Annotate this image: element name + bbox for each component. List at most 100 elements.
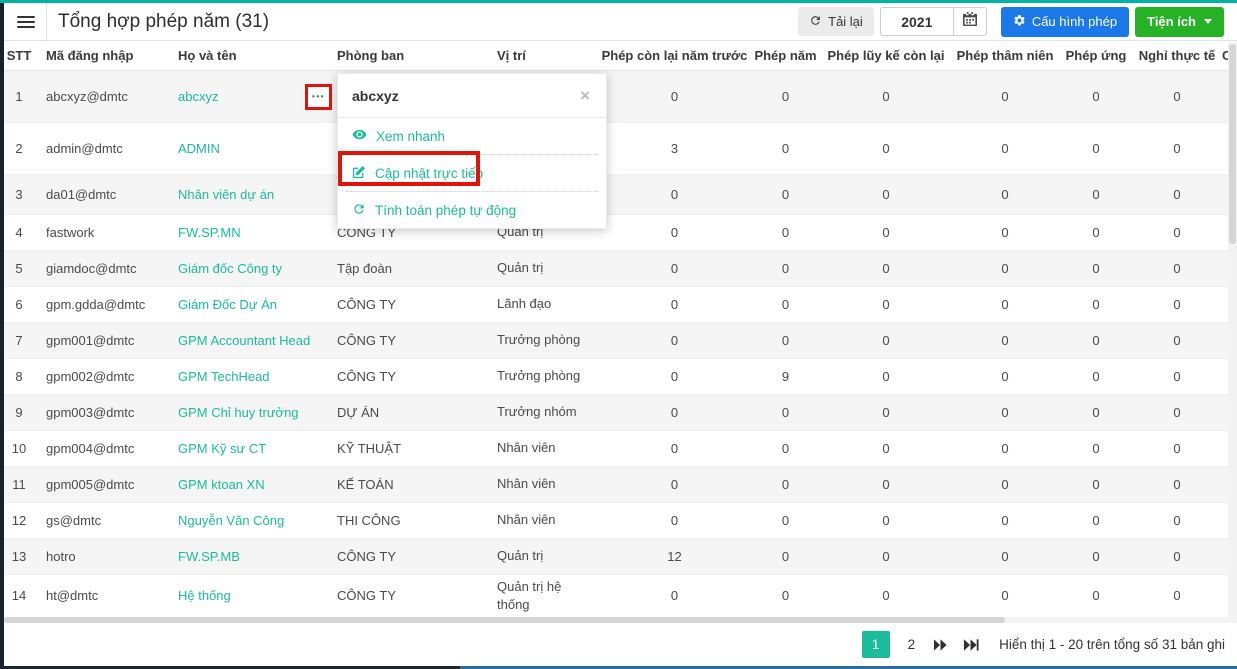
employee-name-link[interactable]: Nhân viên dự án bbox=[178, 187, 274, 202]
username-cell: da01@dmtc bbox=[34, 174, 166, 214]
employee-name-link[interactable]: Giám Đốc Dự Án bbox=[178, 297, 277, 312]
calendar-button[interactable] bbox=[954, 7, 987, 36]
hamburger-menu-icon[interactable] bbox=[13, 10, 39, 34]
employee-name-link[interactable]: abcxyz bbox=[178, 89, 218, 104]
department-cell: CÔNG TY bbox=[325, 538, 485, 574]
horizontal-scrollbar[interactable] bbox=[4, 617, 1237, 623]
username-cell: gpm001@dmtc bbox=[34, 322, 166, 358]
column-header-actual-leave: Nghỉ thực tế bbox=[1132, 42, 1222, 70]
fullname-cell: GPM Chỉ huy trưởng bbox=[166, 394, 325, 430]
chevron-down-icon bbox=[1204, 19, 1212, 24]
year-input[interactable] bbox=[880, 7, 954, 36]
value-cell: 0 bbox=[1132, 70, 1222, 122]
username-cell: admin@dmtc bbox=[34, 122, 166, 174]
position-cell: Quản trị bbox=[485, 538, 600, 574]
stt-cell: 9 bbox=[4, 394, 34, 430]
value-cell: 0 bbox=[749, 394, 822, 430]
table-row: 3da01@dmtcNhân viên dự ánDỰ ÁN000000 bbox=[4, 174, 1237, 214]
username-cell: gpm004@dmtc bbox=[34, 430, 166, 466]
horizontal-scrollbar-thumb[interactable] bbox=[4, 617, 1005, 623]
more-options-icon[interactable]: ••• bbox=[312, 93, 325, 101]
username-cell: abcxyz@dmtc bbox=[34, 70, 166, 122]
value-cell: 0 bbox=[1132, 174, 1222, 214]
annotation-box-more-button: ••• bbox=[305, 84, 332, 110]
value-cell: 0 bbox=[1060, 502, 1132, 538]
value-cell: 0 bbox=[1132, 394, 1222, 430]
value-cell: 0 bbox=[1060, 430, 1132, 466]
reload-button[interactable]: Tải lại bbox=[798, 7, 874, 36]
department-cell: CÔNG TY bbox=[325, 574, 485, 617]
vertical-scrollbar[interactable] bbox=[1228, 42, 1237, 617]
value-cell: 0 bbox=[749, 174, 822, 214]
page-button-1[interactable]: 1 bbox=[862, 631, 890, 658]
vertical-scrollbar-thumb[interactable] bbox=[1229, 44, 1236, 244]
employee-name-link[interactable]: Hệ thống bbox=[178, 588, 231, 603]
table-row: 1abcxyz@dmtcabcxyzCÔNG TY000000 bbox=[4, 70, 1237, 122]
employee-name-link[interactable]: GPM Chỉ huy trưởng bbox=[178, 405, 299, 420]
employee-name-link[interactable]: Giám đốc Công ty bbox=[178, 261, 282, 276]
page-button-2[interactable]: 2 bbox=[905, 637, 919, 652]
value-cell: 0 bbox=[950, 122, 1060, 174]
value-cell: 0 bbox=[1060, 394, 1132, 430]
value-cell: 0 bbox=[822, 250, 950, 286]
employee-name-link[interactable]: GPM Accountant Head bbox=[178, 333, 310, 348]
employee-name-link[interactable]: GPM ktoan XN bbox=[178, 477, 265, 492]
employee-name-link[interactable]: Nguyễn Văn Công bbox=[178, 513, 284, 528]
position-cell: Nhân viên bbox=[485, 466, 600, 502]
employee-name-link[interactable]: GPM Kỹ sư CT bbox=[178, 441, 266, 456]
value-cell: 0 bbox=[749, 574, 822, 617]
value-cell: 0 bbox=[749, 430, 822, 466]
menu-item-label: Tính toán phép tự động bbox=[375, 203, 516, 218]
utilities-dropdown-button[interactable]: Tiện ích bbox=[1135, 7, 1224, 37]
config-leave-button[interactable]: Cấu hình phép bbox=[1001, 7, 1129, 37]
value-cell: 0 bbox=[1132, 430, 1222, 466]
department-cell: THI CÔNG bbox=[325, 502, 485, 538]
value-cell: 0 bbox=[600, 286, 749, 322]
menu-item-auto-calculate-leave[interactable]: Tính toán phép tự động bbox=[338, 192, 606, 228]
fullname-cell: FW.SP.MB bbox=[166, 538, 325, 574]
menu-item-quick-view[interactable]: Xem nhanh bbox=[338, 118, 606, 154]
gear-icon bbox=[1013, 14, 1026, 30]
collapsed-sidebar-edge bbox=[0, 0, 4, 669]
employee-name-link[interactable]: FW.SP.MB bbox=[178, 549, 240, 564]
department-cell: KẾ TOÁN bbox=[325, 466, 485, 502]
value-cell: 0 bbox=[749, 250, 822, 286]
value-cell: 0 bbox=[1132, 214, 1222, 250]
leave-summary-table-wrap: STTMã đăng nhậpHọ và tênPhòng banVị tríP… bbox=[4, 42, 1237, 617]
username-cell: giamdoc@dmtc bbox=[34, 250, 166, 286]
year-picker bbox=[880, 7, 987, 36]
employee-name-link[interactable]: GPM TechHead bbox=[178, 369, 270, 384]
username-cell: gpm005@dmtc bbox=[34, 466, 166, 502]
stt-cell: 13 bbox=[4, 538, 34, 574]
username-cell: ht@dmtc bbox=[34, 574, 166, 617]
column-header-prev-year-leave: Phép còn lại năm trước bbox=[600, 42, 749, 70]
value-cell: 0 bbox=[950, 574, 1060, 617]
employee-name-link[interactable]: FW.SP.MN bbox=[178, 225, 241, 240]
value-cell: 0 bbox=[950, 250, 1060, 286]
value-cell: 0 bbox=[1060, 286, 1132, 322]
table-row: 8gpm002@dmtcGPM TechHeadCÔNG TYTrưởng ph… bbox=[4, 358, 1237, 394]
value-cell: 0 bbox=[749, 286, 822, 322]
value-cell: 0 bbox=[749, 502, 822, 538]
next-pages-icon[interactable] bbox=[933, 639, 948, 651]
value-cell: 0 bbox=[1132, 466, 1222, 502]
fullname-cell: ADMIN bbox=[166, 122, 325, 174]
value-cell: 0 bbox=[822, 430, 950, 466]
value-cell: 12 bbox=[600, 538, 749, 574]
close-icon[interactable]: × bbox=[576, 85, 594, 106]
value-cell: 0 bbox=[1060, 250, 1132, 286]
context-menu-header: abcxyz × bbox=[338, 74, 606, 118]
value-cell: 0 bbox=[1060, 322, 1132, 358]
annotation-box-update-item bbox=[338, 151, 480, 186]
value-cell: 0 bbox=[749, 538, 822, 574]
fullname-cell: Nhân viên dự án bbox=[166, 174, 325, 214]
value-cell: 0 bbox=[950, 502, 1060, 538]
position-cell: Lãnh đạo bbox=[485, 286, 600, 322]
last-page-icon[interactable] bbox=[963, 639, 979, 651]
employee-name-link[interactable]: ADMIN bbox=[178, 141, 220, 156]
refresh-icon bbox=[809, 14, 822, 30]
value-cell: 0 bbox=[822, 358, 950, 394]
column-header-department: Phòng ban bbox=[325, 42, 485, 70]
value-cell: 0 bbox=[950, 358, 1060, 394]
value-cell: 0 bbox=[1132, 286, 1222, 322]
